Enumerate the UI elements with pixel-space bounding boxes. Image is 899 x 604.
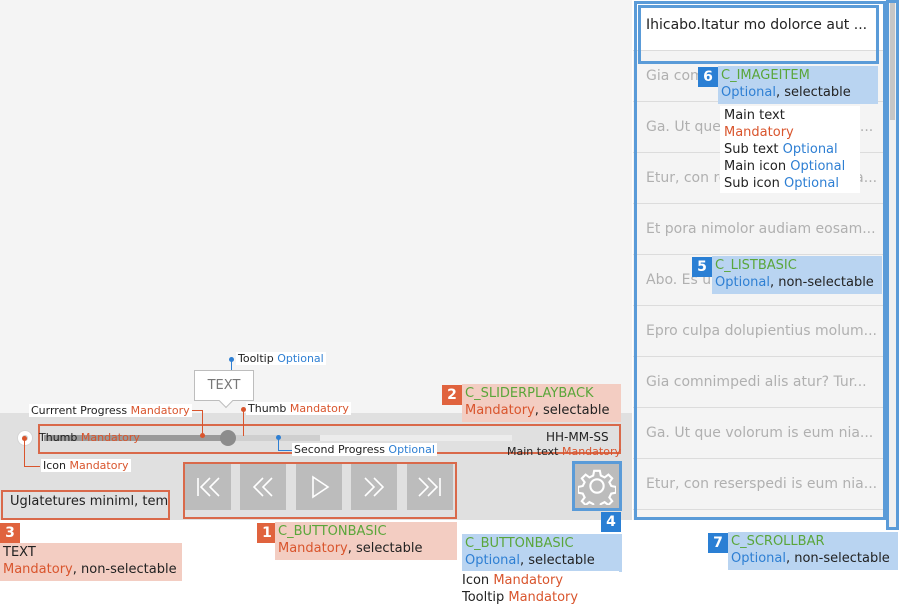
- list-item[interactable]: Epro culpa dolupientius molum...: [633, 306, 886, 357]
- badge-3: 3: [0, 523, 20, 543]
- note-thumb-top: Thumb Mandatory: [246, 402, 351, 415]
- settings-button[interactable]: [575, 464, 619, 508]
- note-icon: Icon Mandatory: [41, 459, 131, 472]
- gear-icon: [578, 469, 616, 505]
- note-main-text: Main text Mandatory: [507, 445, 621, 458]
- badge-1: 1: [257, 523, 277, 543]
- note-current-progress: Currrent Progress Mandatory: [29, 404, 192, 417]
- text-label: Uglatetures miniml, tem..: [10, 494, 168, 509]
- badge-7: 7: [708, 533, 728, 553]
- label-image-item-sub: Main text Mandatory Sub text Optional Ma…: [720, 106, 860, 193]
- scrollbar-thumb[interactable]: [890, 2, 895, 120]
- rewind-button[interactable]: [240, 464, 286, 510]
- fast-forward-button[interactable]: [351, 464, 397, 510]
- skip-forward-button[interactable]: [407, 464, 453, 510]
- label-text: TEXT Mandatory, non-selectable: [0, 543, 182, 581]
- list-item[interactable]: Ihicabo.Itatur mo dolorce aut ...: [633, 0, 886, 51]
- label-scrollbar: C_SCROLLBAR Optional, non-selectable: [728, 532, 898, 570]
- badge-5: 5: [692, 257, 712, 277]
- label-settings-button: C_BUTTONBASIC Optional, selectable: [462, 534, 622, 572]
- label-settings-sub: Icon Mandatory Tooltip Mandatory: [459, 571, 619, 604]
- skip-back-button[interactable]: [185, 464, 231, 510]
- slider-main-text: HH-MM-SS: [546, 430, 609, 444]
- note-tooltip: Tooltip Optional: [236, 352, 326, 365]
- fast-forward-icon: [364, 477, 385, 497]
- rewind-icon: [252, 477, 273, 497]
- list-item[interactable]: Etur, con reserspedi is eum nia...: [633, 459, 886, 510]
- play-icon: [312, 475, 330, 499]
- list-item[interactable]: Ga. Ut que volorum is eum nia...: [633, 408, 886, 459]
- badge-2: 2: [442, 385, 462, 405]
- play-button[interactable]: [296, 464, 342, 510]
- note-second-progress: Second Progress Optional: [292, 443, 437, 456]
- label-list-basic: C_LISTBASIC Optional, non-selectable: [712, 256, 882, 294]
- list-item[interactable]: Gia comnimpedi alis atur? Tur...: [633, 357, 886, 408]
- skip-back-icon: [197, 477, 220, 497]
- badge-4: 4: [601, 512, 621, 532]
- label-image-item: C_IMAGEITEM Optional, selectable: [718, 66, 878, 104]
- note-thumb-main: Thumb Mandatory: [39, 431, 140, 444]
- badge-6: 6: [698, 67, 718, 87]
- slider-thumb[interactable]: [220, 430, 236, 446]
- list-item[interactable]: Et pora nimolor audiam eosam...: [633, 204, 886, 255]
- label-slider-playback: C_SLIDERPLAYBACK Mandatory, selectable: [462, 384, 621, 422]
- label-button-basic: C_BUTTONBASIC Mandatory, selectable: [275, 522, 457, 560]
- skip-forward-icon: [418, 477, 441, 497]
- slider-tooltip: TEXT: [194, 370, 254, 401]
